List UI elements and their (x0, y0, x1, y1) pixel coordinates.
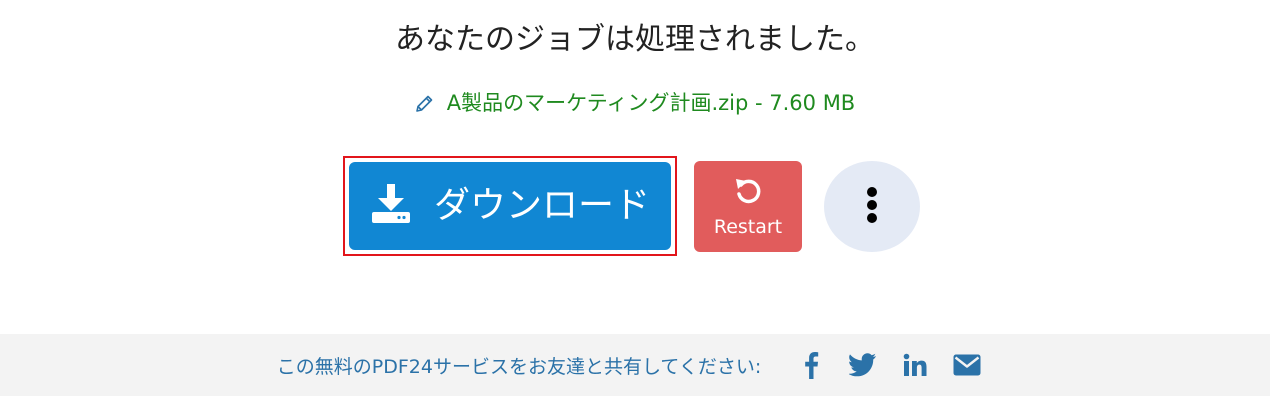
email-icon[interactable] (953, 351, 981, 379)
pencil-icon[interactable] (415, 93, 435, 113)
restart-icon (733, 176, 763, 210)
share-footer: この無料のPDF24サービスをお友達と共有してください: (0, 334, 1270, 396)
more-options-button[interactable] (824, 161, 920, 252)
file-name-link[interactable]: A製品のマーケティング計画.zip - 7.60 MB (447, 88, 855, 118)
twitter-icon[interactable] (849, 351, 877, 379)
action-bar: ダウンロード Restart (0, 156, 1270, 256)
share-text: この無料のPDF24サービスをお友達と共有してください: (276, 355, 762, 378)
download-label: ダウンロード (433, 185, 650, 226)
restart-button[interactable]: Restart (694, 161, 802, 252)
highlight-frame: ダウンロード (343, 156, 677, 256)
result-page: あなたのジョブは処理されました。 A製品のマーケティング計画.zip - 7.6… (0, 0, 1270, 396)
download-button[interactable]: ダウンロード (349, 162, 671, 250)
vertical-ellipsis-icon (865, 185, 879, 229)
download-icon (370, 184, 412, 228)
linkedin-icon[interactable] (901, 351, 929, 379)
file-info: A製品のマーケティング計画.zip - 7.60 MB (0, 88, 1270, 118)
page-title: あなたのジョブは処理されました。 (395, 22, 875, 57)
facebook-icon[interactable] (797, 351, 825, 379)
restart-label: Restart (713, 215, 783, 238)
